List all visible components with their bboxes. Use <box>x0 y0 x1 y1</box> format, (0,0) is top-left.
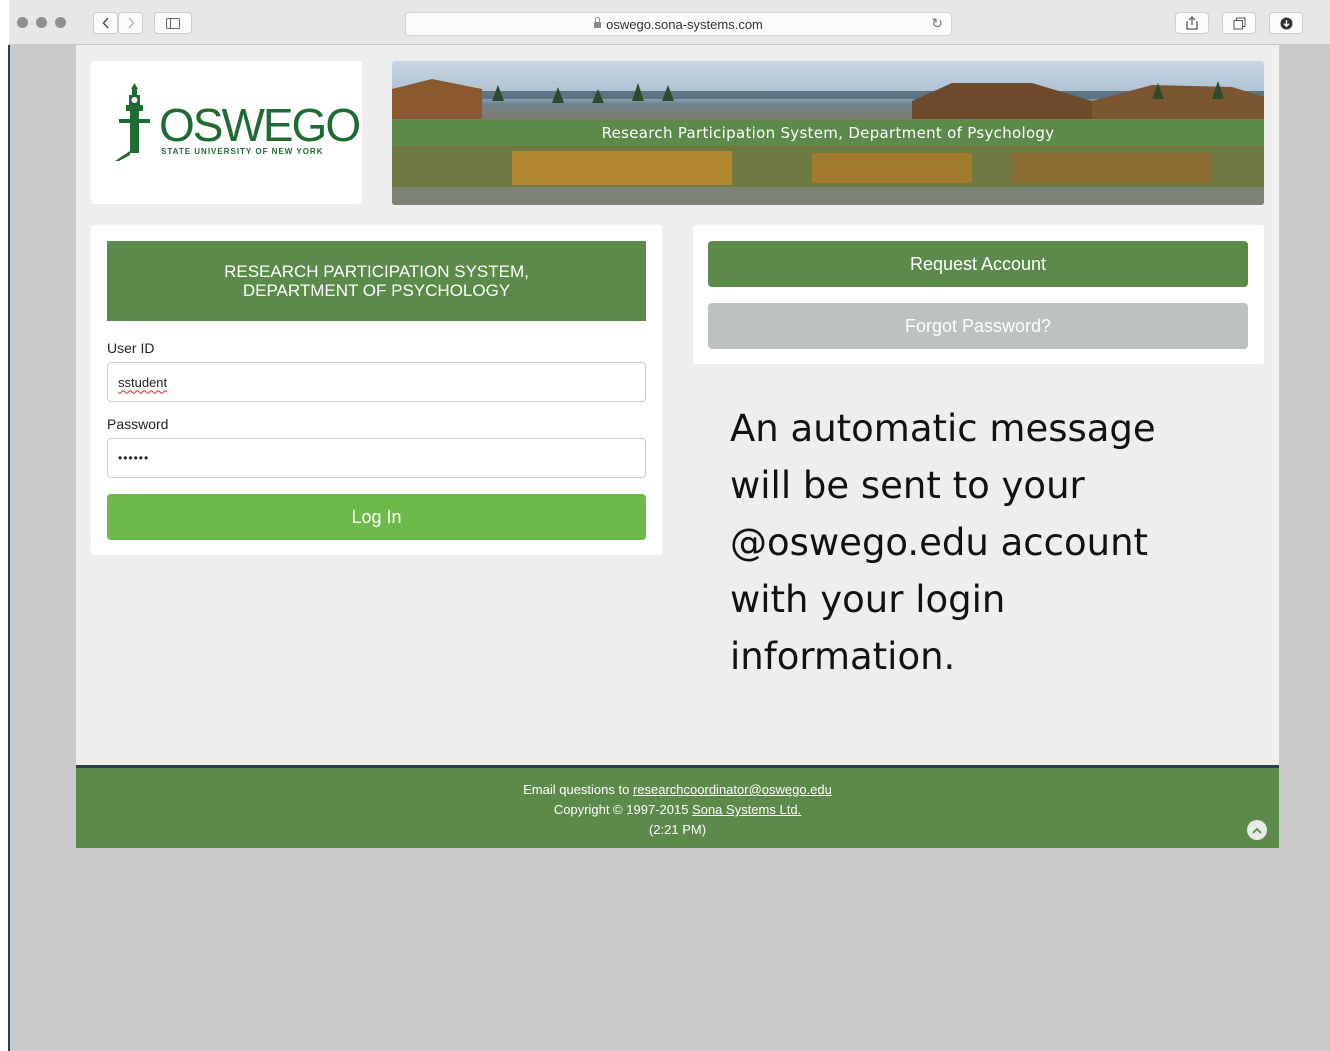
login-card: RESEARCH PARTICIPATION SYSTEM, DEPARTMEN… <box>91 225 662 555</box>
request-account-button[interactable]: Request Account <box>708 241 1248 287</box>
user-id-label: User ID <box>107 340 155 356</box>
password-input[interactable]: •••••• <box>107 438 646 478</box>
url-text: oswego.sona-systems.com <box>606 16 763 32</box>
logo-wordmark: OSWEGO <box>159 99 361 151</box>
reload-icon[interactable]: ↻ <box>931 15 943 32</box>
clock-tower-icon <box>115 83 150 161</box>
log-in-button[interactable]: Log In <box>107 494 646 540</box>
page-footer: Email questions to researchcoordinator@o… <box>76 765 1279 848</box>
password-label: Password <box>107 416 169 432</box>
sidebar-button[interactable] <box>154 12 192 34</box>
footer-copyright-line: Copyright © 1997-2015 Sona Systems Ltd. <box>76 800 1279 820</box>
chevron-right-icon <box>127 17 135 29</box>
footer-time: (2:21 PM) <box>648 822 707 837</box>
scroll-to-top-button[interactable] <box>1247 820 1267 840</box>
chevron-up-icon <box>1252 827 1262 834</box>
forward-button[interactable] <box>118 12 143 34</box>
share-button[interactable] <box>1175 12 1209 34</box>
close-window-button[interactable] <box>17 17 28 28</box>
user-id-value: sstudent <box>118 374 168 390</box>
download-icon <box>1280 17 1292 29</box>
university-logo[interactable]: OSWEGO STATE UNIVERSITY OF NEW YORK <box>91 61 362 204</box>
vendor-link[interactable]: Sona Systems Ltd. <box>692 802 801 817</box>
banner-title: Research Participation System, Departmen… <box>392 120 1264 146</box>
zoom-window-button[interactable] <box>55 17 66 28</box>
browser-toolbar: oswego.sona-systems.com ↻ <box>9 0 1330 45</box>
sidebar-icon <box>166 17 180 29</box>
footer-email-line: Email questions to researchcoordinator@o… <box>76 780 1279 800</box>
password-value: •••••• <box>118 451 150 465</box>
share-icon <box>1186 16 1198 30</box>
window-edge-line <box>8 45 10 1051</box>
tabs-button[interactable] <box>1222 12 1256 34</box>
footer-email-prefix: Email questions to <box>523 782 633 797</box>
chevron-left-icon <box>101 17 109 29</box>
account-card: Request Account Forgot Password? <box>693 225 1264 364</box>
downloads-button[interactable] <box>1269 12 1303 34</box>
email-link[interactable]: researchcoordinator@oswego.edu <box>633 782 832 797</box>
minimize-window-button[interactable] <box>36 17 47 28</box>
web-page: OSWEGO STATE UNIVERSITY OF NEW YORK Rese… <box>76 45 1279 848</box>
lock-icon <box>594 17 602 28</box>
back-button[interactable] <box>93 12 118 34</box>
instruction-note: An automatic message will be sent to you… <box>730 407 1156 678</box>
logo-subtitle: STATE UNIVERSITY OF NEW YORK <box>161 147 324 156</box>
tabs-icon <box>1233 17 1245 29</box>
forgot-password-button[interactable]: Forgot Password? <box>708 303 1248 349</box>
user-id-input[interactable]: sstudent <box>107 362 646 402</box>
footer-copyright-prefix: Copyright © 1997-2015 <box>553 802 693 817</box>
login-heading: RESEARCH PARTICIPATION SYSTEM, DEPARTMEN… <box>107 241 646 321</box>
address-bar[interactable]: oswego.sona-systems.com ↻ <box>405 12 952 36</box>
campus-banner: Research Participation System, Departmen… <box>392 61 1264 205</box>
